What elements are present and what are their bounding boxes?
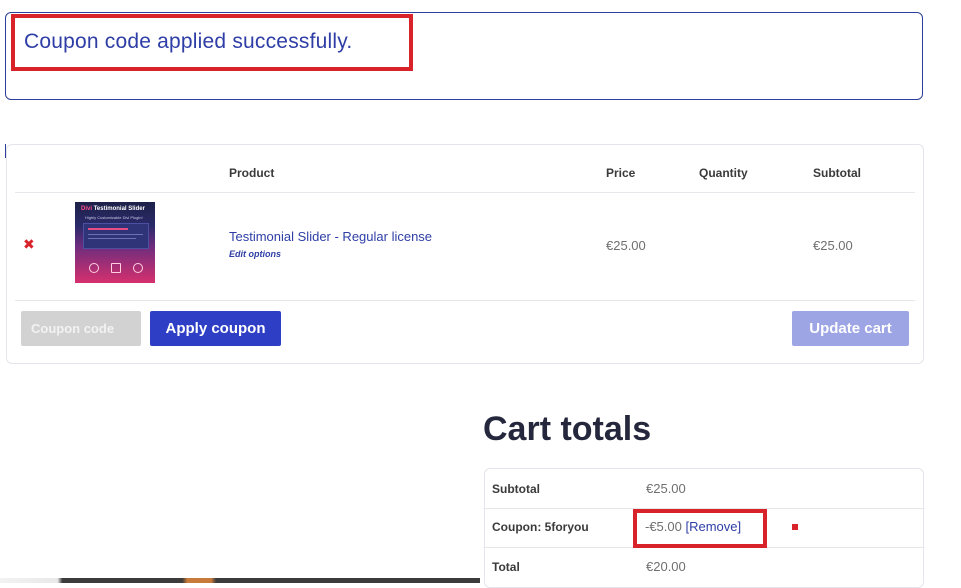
row-divider [15, 300, 915, 301]
header-subtotal: Subtotal [813, 166, 861, 180]
total-value: €20.00 [646, 559, 686, 574]
subtotal-value: €25.00 [646, 481, 686, 496]
bottom-edge-strip [0, 578, 480, 583]
thumbnail-feature-icon [133, 263, 143, 273]
annotation-marker [792, 524, 798, 530]
thumbnail-feature-icon [89, 263, 99, 273]
apply-coupon-button[interactable]: Apply coupon [150, 311, 281, 346]
thumbnail-title-text: Testimonial Slider [93, 206, 145, 212]
update-cart-button[interactable]: Update cart [792, 311, 909, 346]
product-thumbnail[interactable]: Divi Testimonial Slider Highly Customiza… [75, 202, 155, 283]
thumbnail-feature-icon [111, 263, 121, 273]
thumbnail-preview-panel [83, 223, 149, 249]
header-product: Product [229, 166, 275, 180]
thumbnail-subtitle: Highly Customizable Divi Plugin! [85, 215, 143, 220]
product-name-link[interactable]: Testimonial Slider - Regular license [229, 229, 432, 244]
subtotal-label: Subtotal [492, 482, 540, 496]
notice-message: Coupon code applied successfully. [24, 30, 353, 53]
remove-item-icon[interactable]: ✖ [23, 236, 35, 253]
item-price: €25.00 [606, 238, 646, 253]
cart-totals-heading: Cart totals [483, 410, 652, 448]
thumbnail-title: Divi Testimonial Slider [81, 206, 145, 212]
remove-coupon-link[interactable]: [Remove] [686, 519, 742, 534]
header-divider [15, 192, 915, 193]
edit-options-link[interactable]: Edit options [229, 249, 281, 259]
item-subtotal: €25.00 [813, 238, 853, 253]
coupon-label: Coupon: 5foryou [492, 520, 589, 534]
coupon-code-input[interactable] [21, 311, 141, 346]
thumbnail-title-accent: Divi [81, 206, 93, 212]
coupon-discount-value: -€5.00 [645, 519, 682, 534]
coupon-discount-cell: -€5.00 [Remove] [645, 519, 741, 534]
header-price: Price [606, 166, 636, 180]
cart-table: Product Price Quantity Subtotal ✖ Divi T… [6, 144, 924, 364]
total-label: Total [492, 560, 520, 574]
header-quantity: Quantity [699, 166, 748, 180]
